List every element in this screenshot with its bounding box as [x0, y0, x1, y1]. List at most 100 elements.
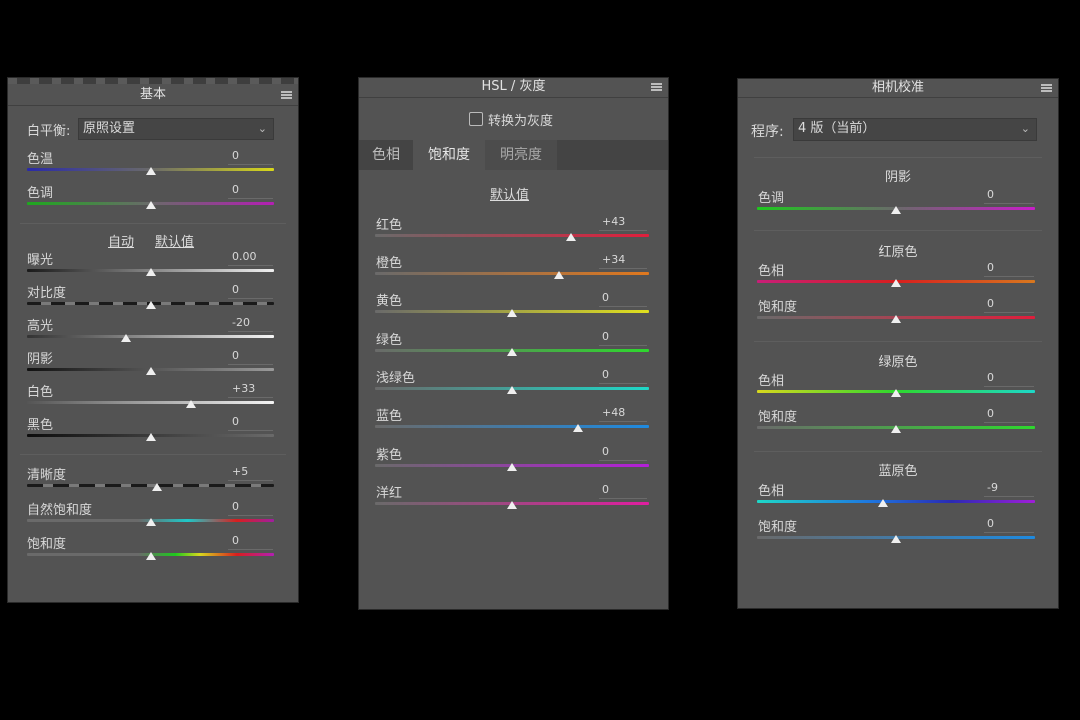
tint-value[interactable]: 0: [232, 183, 239, 196]
calibration-panel: 相机校准 程序: 4 版（当前） ⌄ 阴影 红原色 绿原色 蓝原色 色调 0 色相 0…: [738, 79, 1058, 608]
tint-slider-thumb[interactable]: [145, 201, 156, 209]
blue-hue-value[interactable]: -9: [987, 481, 998, 494]
red-value[interactable]: +43: [602, 215, 625, 228]
green-saturation-slider-thumb[interactable]: [891, 425, 901, 433]
clarity-label: 清晰度: [27, 468, 67, 483]
green-value[interactable]: 0: [602, 330, 609, 343]
vibrance-slider-thumb[interactable]: [145, 518, 156, 526]
green-hue-value[interactable]: 0: [987, 371, 994, 384]
green-slider-thumb[interactable]: [507, 348, 517, 356]
blacks-slider-thumb[interactable]: [145, 433, 156, 441]
contrast-slider-thumb[interactable]: [145, 301, 156, 309]
aqua-slider-thumb[interactable]: [507, 386, 517, 394]
white-balance-select[interactable]: 原照设置 ⌄: [78, 118, 274, 140]
aqua-value[interactable]: 0: [602, 368, 609, 381]
orange-slider-track[interactable]: [375, 272, 649, 275]
red-label: 红色: [376, 218, 403, 233]
green-saturation-value[interactable]: 0: [987, 407, 994, 420]
orange-value[interactable]: +34: [602, 253, 625, 266]
exposure-value-underline: [228, 265, 273, 266]
red-slider-track[interactable]: [375, 234, 649, 237]
tab-saturation[interactable]: 饱和度: [413, 140, 485, 170]
purple-value-underline: [599, 460, 647, 461]
convert-grayscale-checkbox[interactable]: [469, 112, 483, 126]
red-saturation-slider-thumb[interactable]: [891, 315, 901, 323]
aqua-label: 浅绿色: [376, 371, 416, 386]
highlights-slider-track[interactable]: [27, 335, 274, 338]
exposure-value[interactable]: 0.00: [232, 250, 257, 263]
whites-slider-track[interactable]: [27, 401, 274, 404]
temperature-value[interactable]: 0: [232, 149, 239, 162]
hsl-default-button[interactable]: 默认值: [490, 184, 529, 203]
blue-saturation-value[interactable]: 0: [987, 517, 994, 530]
purple-value[interactable]: 0: [602, 445, 609, 458]
shadow-tint-value[interactable]: 0: [987, 188, 994, 201]
shadows-value[interactable]: 0: [232, 349, 239, 362]
process-value: 4 版（当前）: [798, 121, 876, 136]
blue-slider-thumb[interactable]: [572, 424, 583, 432]
red-primary-title: 红原色: [878, 245, 918, 260]
shadows-slider-thumb[interactable]: [145, 367, 156, 375]
yellow-label: 黄色: [376, 294, 403, 309]
calibration-panel-title: 相机校准: [871, 80, 924, 95]
clarity-value[interactable]: +5: [232, 465, 248, 478]
hsl-panel-title: HSL / 灰度: [481, 79, 546, 94]
panel-menu-icon[interactable]: [281, 91, 292, 99]
green-hue-label: 色相: [758, 374, 785, 389]
red-saturation-value-underline: [984, 312, 1034, 313]
process-select[interactable]: 4 版（当前） ⌄: [793, 118, 1037, 141]
clarity-slider-thumb[interactable]: [151, 483, 162, 491]
saturation-value[interactable]: 0: [232, 534, 239, 547]
blue-slider-track[interactable]: [375, 425, 649, 428]
temperature-label: 色温: [27, 152, 54, 167]
red-hue-slider-thumb[interactable]: [891, 279, 901, 287]
highlights-value[interactable]: -20: [232, 316, 250, 329]
auto-button[interactable]: 自动: [108, 231, 134, 250]
panel-menu-icon[interactable]: [651, 83, 662, 91]
contrast-value-underline: [228, 298, 273, 299]
saturation-slider-thumb[interactable]: [145, 552, 156, 560]
blue-hue-slider-thumb[interactable]: [878, 499, 889, 507]
red-slider-thumb[interactable]: [565, 233, 576, 241]
magenta-value[interactable]: 0: [602, 483, 609, 496]
blue-value[interactable]: +48: [602, 406, 625, 419]
vibrance-value[interactable]: 0: [232, 500, 239, 513]
yellow-value-underline: [599, 306, 647, 307]
blue-primary-title: 蓝原色: [878, 464, 918, 479]
green-value-underline: [599, 345, 647, 346]
red-hue-value[interactable]: 0: [987, 261, 994, 274]
yellow-slider-thumb[interactable]: [507, 309, 517, 317]
blue-hue-slider-track[interactable]: [757, 500, 1035, 503]
shadow-tint-slider-thumb[interactable]: [891, 206, 901, 214]
clarity-slider-track[interactable]: [27, 484, 274, 487]
whites-value[interactable]: +33: [232, 382, 255, 395]
aqua-value-underline: [599, 383, 647, 384]
red-saturation-value[interactable]: 0: [987, 297, 994, 310]
blue-saturation-slider-thumb[interactable]: [891, 535, 901, 543]
green-primary-title: 绿原色: [878, 355, 918, 370]
chevron-down-icon: ⌄: [1020, 122, 1030, 135]
contrast-value[interactable]: 0: [232, 283, 239, 296]
magenta-slider-thumb[interactable]: [507, 501, 517, 509]
whites-slider-thumb[interactable]: [186, 400, 197, 408]
highlights-slider-thumb[interactable]: [120, 334, 131, 342]
purple-slider-thumb[interactable]: [507, 463, 517, 471]
tab-luminance[interactable]: 明亮度: [485, 140, 557, 170]
whites-value-underline: [228, 397, 273, 398]
tab-hue[interactable]: 色相: [359, 140, 413, 170]
temperature-slider-thumb[interactable]: [145, 167, 156, 175]
saturation-label: 饱和度: [27, 537, 67, 552]
temperature-value-underline: [228, 164, 273, 165]
red-value-underline: [599, 230, 647, 231]
default-button[interactable]: 默认值: [155, 231, 194, 250]
orange-slider-thumb[interactable]: [553, 271, 564, 279]
blacks-label: 黑色: [27, 418, 54, 433]
panel-menu-icon[interactable]: [1041, 84, 1052, 92]
white-balance-value: 原照设置: [83, 121, 136, 136]
exposure-slider-thumb[interactable]: [145, 268, 156, 276]
green-hue-slider-thumb[interactable]: [891, 389, 901, 397]
green-saturation-label: 饱和度: [758, 410, 798, 425]
blacks-value[interactable]: 0: [232, 415, 239, 428]
clarity-value-underline: [228, 480, 273, 481]
yellow-value[interactable]: 0: [602, 291, 609, 304]
